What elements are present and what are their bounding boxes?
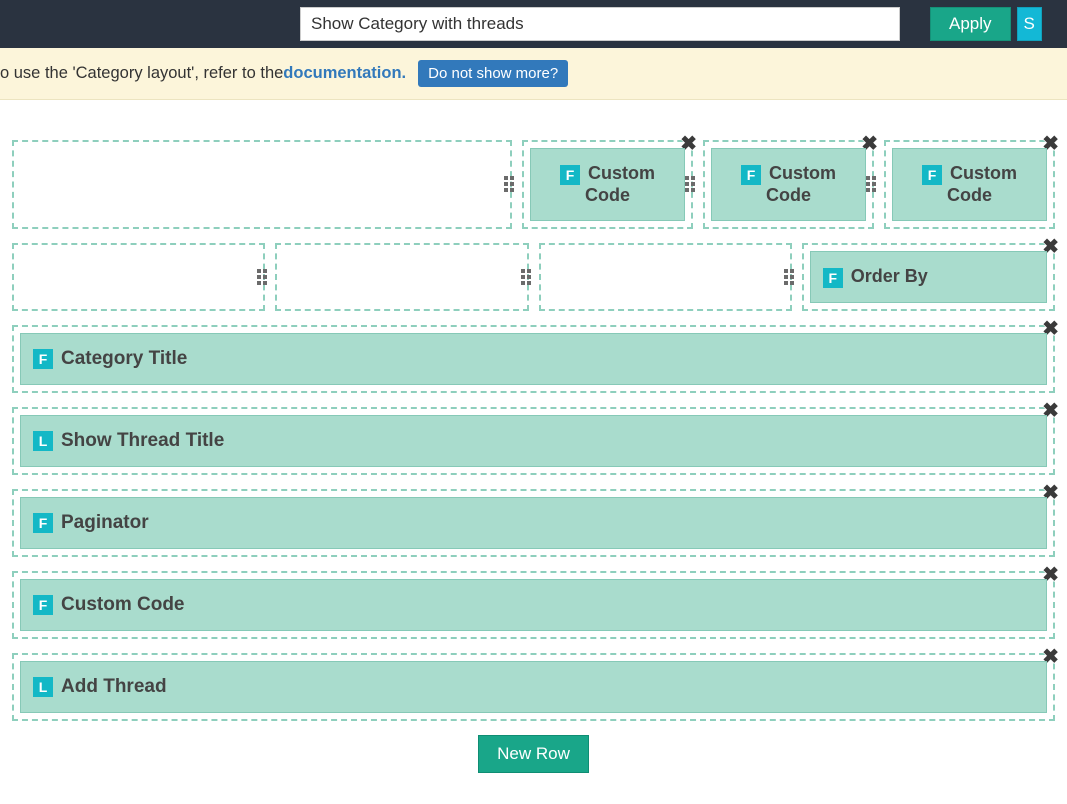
layout-column[interactable]: ✖FPaginator bbox=[12, 489, 1055, 557]
tag-f: F bbox=[560, 165, 580, 185]
module-custom-code[interactable]: FCustom Code bbox=[530, 148, 685, 221]
secondary-button[interactable]: S bbox=[1017, 7, 1042, 41]
tag-f: F bbox=[823, 268, 843, 288]
layout-row: ✖FPaginator bbox=[12, 489, 1055, 557]
apply-button[interactable]: Apply bbox=[930, 7, 1011, 41]
module-category-title[interactable]: F Category Title bbox=[20, 333, 1047, 385]
drag-handle-icon[interactable] bbox=[784, 269, 794, 285]
module-custom-code[interactable]: F Custom Code bbox=[20, 579, 1047, 631]
layout-row: ✖ FOrder By bbox=[12, 243, 1055, 311]
top-bar: Apply S bbox=[0, 0, 1067, 48]
layout-column[interactable]: ✖ FCustom Code bbox=[884, 140, 1055, 229]
drag-handle-icon[interactable] bbox=[257, 269, 267, 285]
layout-row: ✖FCustom Code bbox=[12, 571, 1055, 639]
layout-column[interactable]: ✖FCustom Code bbox=[12, 571, 1055, 639]
notice-text: o use the 'Category layout', refer to th… bbox=[0, 64, 283, 83]
documentation-link[interactable]: documentation. bbox=[283, 64, 406, 83]
module-add-thread[interactable]: L Add Thread bbox=[20, 661, 1047, 713]
layout-column[interactable]: ✖LAdd Thread bbox=[12, 653, 1055, 721]
layout-column-empty[interactable] bbox=[275, 243, 528, 311]
layout-row: ✖ FCustom Code ✖ FCustom Code ✖ FCustom … bbox=[12, 140, 1055, 229]
notice-bar: o use the 'Category layout', refer to th… bbox=[0, 48, 1067, 100]
new-row-button[interactable]: New Row bbox=[478, 735, 589, 773]
tag-f: F bbox=[922, 165, 942, 185]
new-row-wrap: New Row bbox=[12, 735, 1055, 773]
layout-row: ✖LShow Thread Title bbox=[12, 407, 1055, 475]
module-custom-code[interactable]: FCustom Code bbox=[711, 148, 866, 221]
module-label: Custom Code bbox=[61, 594, 185, 615]
layout-row: ✖LAdd Thread bbox=[12, 653, 1055, 721]
tag-f: F bbox=[33, 513, 53, 533]
module-label: Custom Code bbox=[585, 163, 655, 205]
drag-handle-icon[interactable] bbox=[685, 176, 695, 192]
layout-column[interactable]: ✖LShow Thread Title bbox=[12, 407, 1055, 475]
module-label: Category Title bbox=[61, 348, 187, 369]
module-label: Show Thread Title bbox=[61, 430, 224, 451]
drag-handle-icon[interactable] bbox=[866, 176, 876, 192]
layout-row: ✖FCategory Title bbox=[12, 325, 1055, 393]
layout-column-empty[interactable] bbox=[12, 140, 512, 229]
layout-canvas: ✖ FCustom Code ✖ FCustom Code ✖ FCustom … bbox=[0, 100, 1067, 783]
tag-f: F bbox=[33, 349, 53, 369]
top-button-group: Apply S bbox=[930, 7, 1042, 41]
drag-handle-icon[interactable] bbox=[521, 269, 531, 285]
tag-l: L bbox=[33, 677, 53, 697]
layout-column[interactable]: ✖ FCustom Code bbox=[703, 140, 874, 229]
tag-f: F bbox=[33, 595, 53, 615]
layout-column[interactable]: ✖FCategory Title bbox=[12, 325, 1055, 393]
tag-l: L bbox=[33, 431, 53, 451]
module-paginator[interactable]: F Paginator bbox=[20, 497, 1047, 549]
module-label: Add Thread bbox=[61, 676, 167, 697]
module-order-by[interactable]: F Order By bbox=[810, 251, 1047, 303]
module-show-thread-title[interactable]: L Show Thread Title bbox=[20, 415, 1047, 467]
layout-column[interactable]: ✖ FCustom Code bbox=[522, 140, 693, 229]
module-label: Custom Code bbox=[766, 163, 836, 205]
module-label: Paginator bbox=[61, 512, 149, 533]
module-custom-code[interactable]: FCustom Code bbox=[892, 148, 1047, 221]
dismiss-notice-button[interactable]: Do not show more? bbox=[418, 60, 568, 87]
drag-handle-icon[interactable] bbox=[504, 176, 514, 192]
layout-column-empty[interactable] bbox=[539, 243, 792, 311]
tag-f: F bbox=[741, 165, 761, 185]
layout-title-input[interactable] bbox=[300, 7, 900, 41]
module-label: Custom Code bbox=[947, 163, 1017, 205]
module-label: Order By bbox=[851, 266, 928, 286]
layout-column-empty[interactable] bbox=[12, 243, 265, 311]
layout-column[interactable]: ✖ FOrder By bbox=[802, 243, 1055, 311]
